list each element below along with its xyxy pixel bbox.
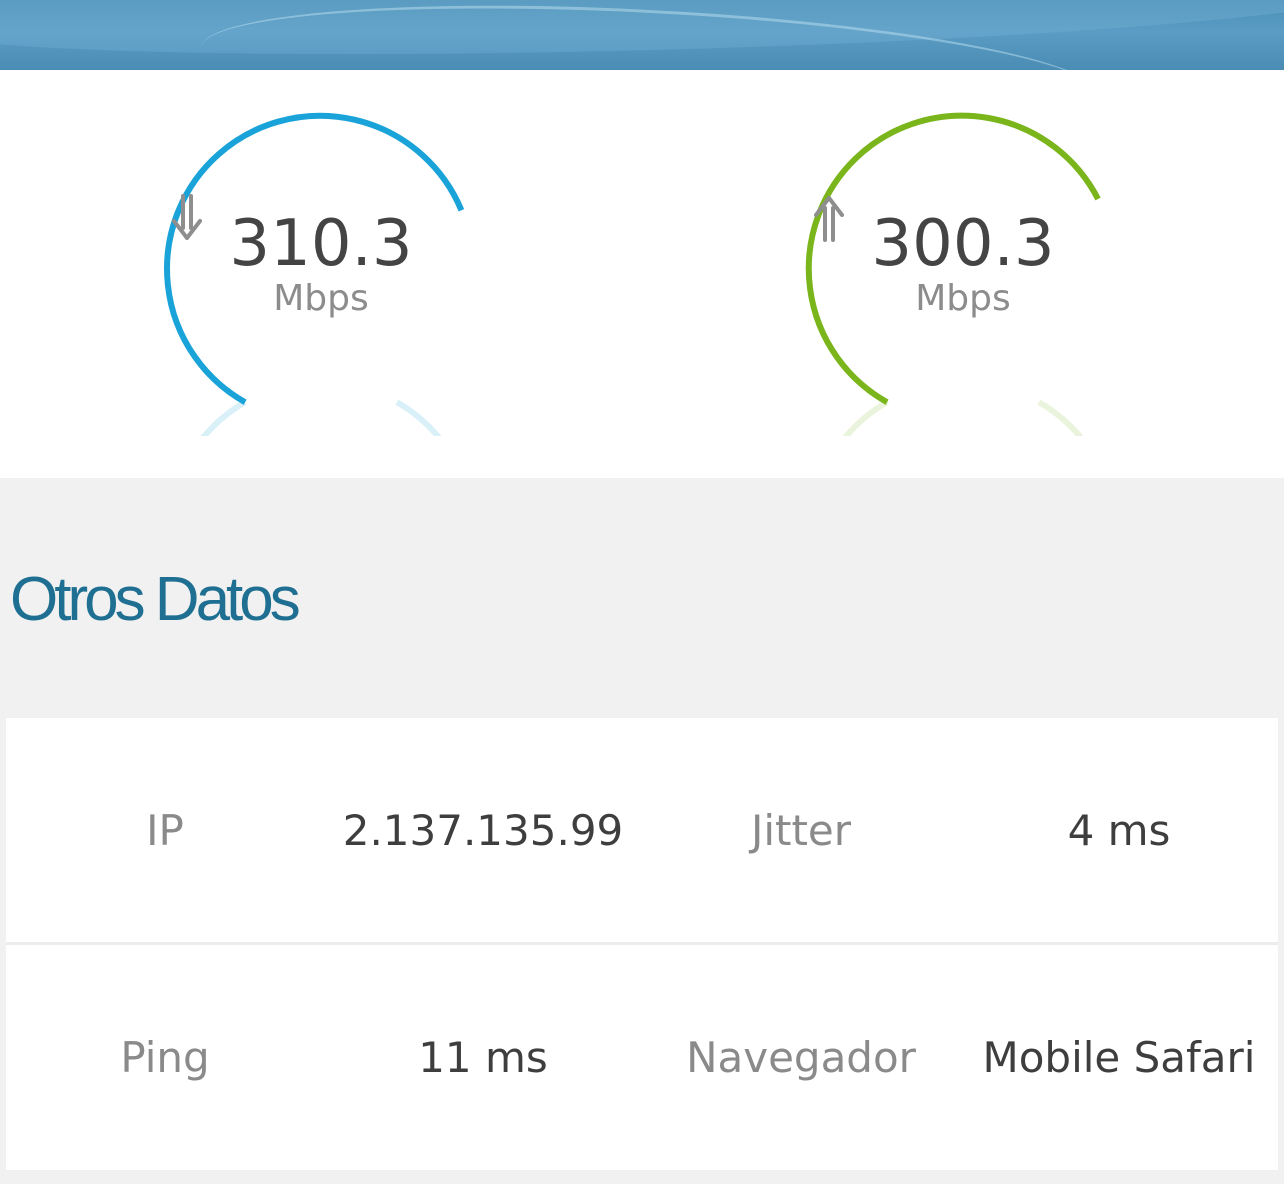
arrow-down-icon bbox=[172, 194, 202, 240]
download-gauge: 310.3 Mbps bbox=[156, 106, 486, 436]
upload-value: 300.3 bbox=[871, 207, 1055, 281]
download-value: 310.3 bbox=[229, 207, 413, 281]
detail-value: Mobile Safari bbox=[982, 1033, 1256, 1082]
upload-speed: 300.3 bbox=[798, 196, 1128, 282]
download-speed: 310.3 bbox=[156, 194, 486, 282]
table-row: IP 2.137.135.99 Jitter 4 ms bbox=[6, 718, 1278, 943]
upload-gauge: 300.3 Mbps bbox=[798, 106, 1128, 436]
table-row: Ping 11 ms Navegador Mobile Safari bbox=[6, 945, 1278, 1170]
arrow-up-icon bbox=[814, 196, 844, 242]
gauge-track bbox=[842, 399, 1084, 436]
detail-label: Navegador bbox=[686, 1033, 916, 1082]
detail-label: Ping bbox=[120, 1033, 210, 1082]
section-title: Otros Datos bbox=[10, 565, 301, 634]
header-banner bbox=[0, 0, 1284, 70]
detail-label: IP bbox=[146, 806, 184, 855]
speed-gauges: 310.3 Mbps 300.3 Mbps bbox=[0, 70, 1284, 478]
detail-value: 2.137.135.99 bbox=[342, 806, 624, 855]
detail-label: Jitter bbox=[750, 806, 852, 855]
download-unit: Mbps bbox=[273, 278, 369, 319]
upload-unit: Mbps bbox=[915, 278, 1011, 319]
gauge-track bbox=[200, 399, 442, 436]
detail-value: 4 ms bbox=[1067, 806, 1171, 855]
details-table: IP 2.137.135.99 Jitter 4 ms Ping 11 ms N… bbox=[6, 718, 1278, 1170]
detail-value: 11 ms bbox=[418, 1033, 548, 1082]
